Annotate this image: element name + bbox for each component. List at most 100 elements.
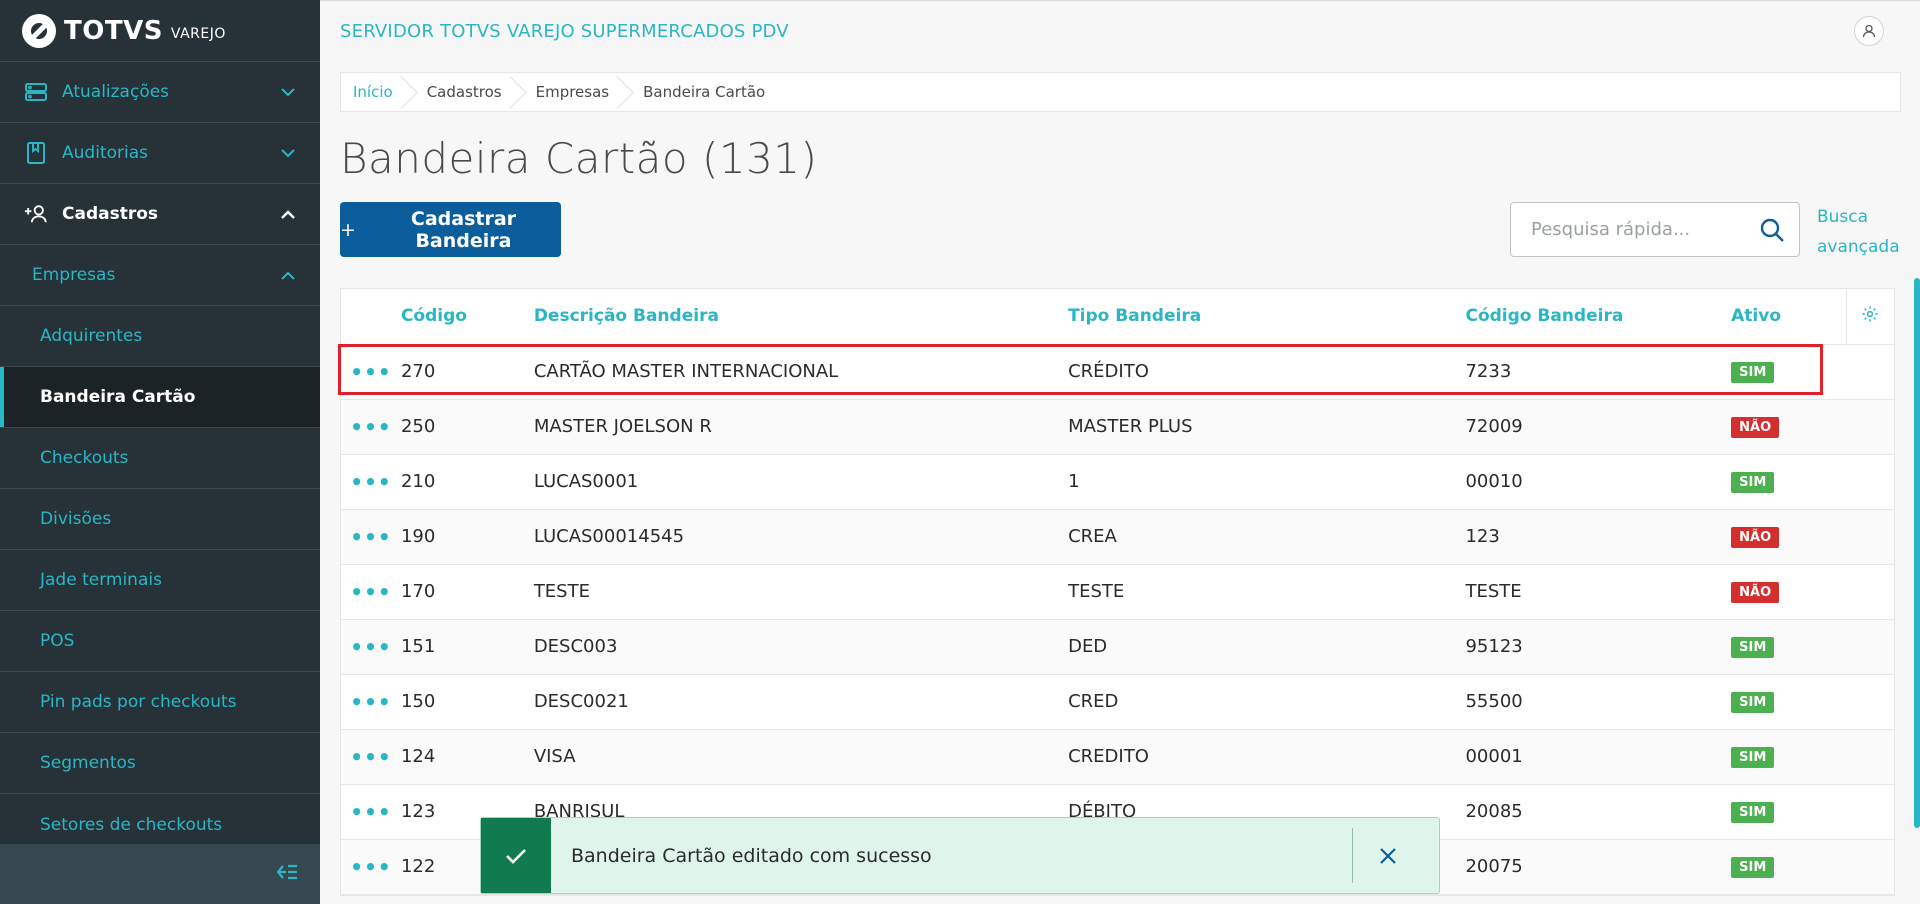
- sidebar-item-pin-pads[interactable]: Pin pads por checkouts: [0, 672, 320, 733]
- row-actions-icon[interactable]: •••: [341, 454, 401, 510]
- row-actions-icon[interactable]: •••: [341, 729, 401, 785]
- cell-descricao: TESTE: [533, 564, 1069, 620]
- add-user-icon: [24, 202, 48, 226]
- column-header-tipo[interactable]: Tipo Bandeira: [1068, 289, 1466, 345]
- status-badge: SIM: [1731, 637, 1775, 658]
- row-actions-icon[interactable]: •••: [341, 619, 401, 675]
- sidebar-item-label: Checkouts: [40, 448, 129, 468]
- sidebar-item-cadastros[interactable]: Cadastros: [0, 184, 320, 245]
- table-row[interactable]: ••• 150 DESC0021 CRED 55500 SIM: [341, 674, 1894, 730]
- user-avatar[interactable]: [1854, 16, 1884, 46]
- cell-codigo: 124: [400, 729, 534, 785]
- sidebar-item-segmentos[interactable]: Segmentos: [0, 733, 320, 794]
- breadcrumb-cadastros: Cadastros: [415, 73, 524, 111]
- column-header-codigo-bandeira[interactable]: Código Bandeira: [1465, 289, 1732, 345]
- breadcrumb-bandeira-cartao: Bandeira Cartão: [643, 83, 766, 101]
- row-actions-icon[interactable]: •••: [341, 564, 401, 620]
- cell-ativo: SIM: [1731, 784, 1847, 840]
- column-header-codigo[interactable]: Código: [400, 289, 534, 345]
- cell-codigo-bandeira: TESTE: [1465, 564, 1732, 620]
- cell-tipo: CREDITO: [1068, 729, 1466, 785]
- table-row[interactable]: ••• 124 VISA CREDITO 00001 SIM: [341, 729, 1894, 785]
- actions-header: [341, 289, 401, 345]
- cell-codigo-bandeira: 00010: [1465, 454, 1732, 510]
- sidebar-item-checkouts[interactable]: Checkouts: [0, 428, 320, 489]
- sidebar-item-label: Segmentos: [40, 753, 136, 773]
- cell-codigo: 250: [400, 399, 534, 455]
- status-badge: NÃO: [1731, 582, 1780, 603]
- row-actions-icon[interactable]: •••: [341, 399, 401, 455]
- sidebar-menu: Atualizações Auditorias Cadastros Empres…: [0, 62, 320, 855]
- logo[interactable]: TOTVS VAREJO: [0, 0, 320, 62]
- sidebar-item-atualizacoes[interactable]: Atualizações: [0, 62, 320, 123]
- logo-subtitle: VAREJO: [170, 25, 226, 42]
- column-settings[interactable]: [1845, 289, 1894, 345]
- sidebar-item-pos[interactable]: POS: [0, 611, 320, 672]
- close-icon[interactable]: [1373, 841, 1403, 871]
- sidebar-item-jade-terminais[interactable]: Jade terminais: [0, 550, 320, 611]
- breadcrumb-inicio[interactable]: Início: [341, 73, 415, 111]
- breadcrumb: Início Cadastros Empresas Bandeira Cartã…: [340, 72, 1901, 112]
- cell-descricao: VISA: [533, 729, 1069, 785]
- cell-descricao: MASTER JOELSON R: [533, 399, 1069, 455]
- table-row[interactable]: ••• 270 CARTÃO MASTER INTERNACIONAL CRÉD…: [341, 344, 1894, 400]
- status-badge: SIM: [1731, 472, 1775, 493]
- row-actions-icon[interactable]: •••: [341, 674, 401, 730]
- add-bandeira-button[interactable]: + Cadastrar Bandeira: [340, 202, 561, 257]
- search-icon[interactable]: [1759, 217, 1785, 247]
- chevron-down-icon: [276, 141, 300, 165]
- row-actions-icon[interactable]: •••: [341, 839, 401, 895]
- sidebar-item-empresas[interactable]: Empresas: [0, 245, 320, 306]
- cell-ativo: SIM: [1731, 619, 1847, 675]
- sidebar-item-label: Cadastros: [62, 204, 159, 224]
- cell-tipo: CREA: [1068, 509, 1466, 565]
- status-badge: SIM: [1731, 692, 1775, 713]
- toast-divider: [1352, 828, 1353, 883]
- cell-codigo: 170: [400, 564, 534, 620]
- collapse-menu-icon[interactable]: [276, 863, 298, 885]
- toast-message: Bandeira Cartão editado com sucesso: [571, 844, 932, 867]
- cell-ativo: NÃO: [1731, 399, 1847, 455]
- sidebar-item-label: Atualizações: [62, 82, 170, 102]
- cell-tipo: MASTER PLUS: [1068, 399, 1466, 455]
- table-header-row: Código Descrição Bandeira Tipo Bandeira …: [341, 289, 1894, 345]
- gear-icon: [1862, 306, 1878, 322]
- status-badge: SIM: [1731, 362, 1775, 383]
- search-input[interactable]: [1531, 219, 1751, 240]
- sidebar-item-label: Divisões: [40, 509, 112, 529]
- cell-codigo-bandeira: 95123: [1465, 619, 1732, 675]
- topbar: SERVIDOR TOTVS VAREJO SUPERMERCADOS PDV: [320, 0, 1920, 62]
- cell-tipo: DED: [1068, 619, 1466, 675]
- column-header-descricao[interactable]: Descrição Bandeira: [533, 289, 1069, 345]
- advanced-search-link[interactable]: Busca avançada: [1817, 202, 1900, 262]
- sidebar-item-label: POS: [40, 631, 75, 651]
- status-badge: SIM: [1731, 802, 1775, 823]
- cell-tipo: CRÉDITO: [1068, 344, 1466, 400]
- sidebar-item-adquirentes[interactable]: Adquirentes: [0, 306, 320, 367]
- sidebar-item-bandeira-cartao[interactable]: Bandeira Cartão: [0, 367, 320, 428]
- column-header-ativo[interactable]: Ativo: [1731, 289, 1847, 345]
- sidebar-item-label: Setores de checkouts: [40, 814, 223, 835]
- cell-codigo-bandeira: 00001: [1465, 729, 1732, 785]
- sidebar-item-auditorias[interactable]: Auditorias: [0, 123, 320, 184]
- table-row[interactable]: ••• 210 LUCAS0001 1 00010 SIM: [341, 454, 1894, 510]
- sidebar-item-label: Auditorias: [62, 143, 148, 163]
- row-actions-icon[interactable]: •••: [341, 509, 401, 565]
- table-row[interactable]: ••• 170 TESTE TESTE TESTE NÃO: [341, 564, 1894, 620]
- cell-codigo: 150: [400, 674, 534, 730]
- advanced-search-line1: Busca: [1817, 207, 1869, 227]
- sidebar-item-divisoes[interactable]: Divisões: [0, 489, 320, 550]
- book-icon: [24, 141, 48, 165]
- status-badge: SIM: [1731, 857, 1775, 878]
- cell-codigo-bandeira: 55500: [1465, 674, 1732, 730]
- sidebar: TOTVS VAREJO Atualizações Auditorias Cad…: [0, 0, 320, 904]
- table-row[interactable]: ••• 190 LUCAS00014545 CREA 123 NÃO: [341, 509, 1894, 565]
- row-actions-icon[interactable]: •••: [341, 344, 401, 400]
- table-row[interactable]: ••• 250 MASTER JOELSON R MASTER PLUS 720…: [341, 399, 1894, 455]
- row-actions-icon[interactable]: •••: [341, 784, 401, 840]
- logo-text: TOTVS: [64, 15, 163, 46]
- page-scrollbar[interactable]: [1914, 278, 1920, 828]
- breadcrumb-empresas: Empresas: [524, 73, 632, 111]
- table-row[interactable]: ••• 151 DESC003 DED 95123 SIM: [341, 619, 1894, 675]
- status-badge: SIM: [1731, 747, 1775, 768]
